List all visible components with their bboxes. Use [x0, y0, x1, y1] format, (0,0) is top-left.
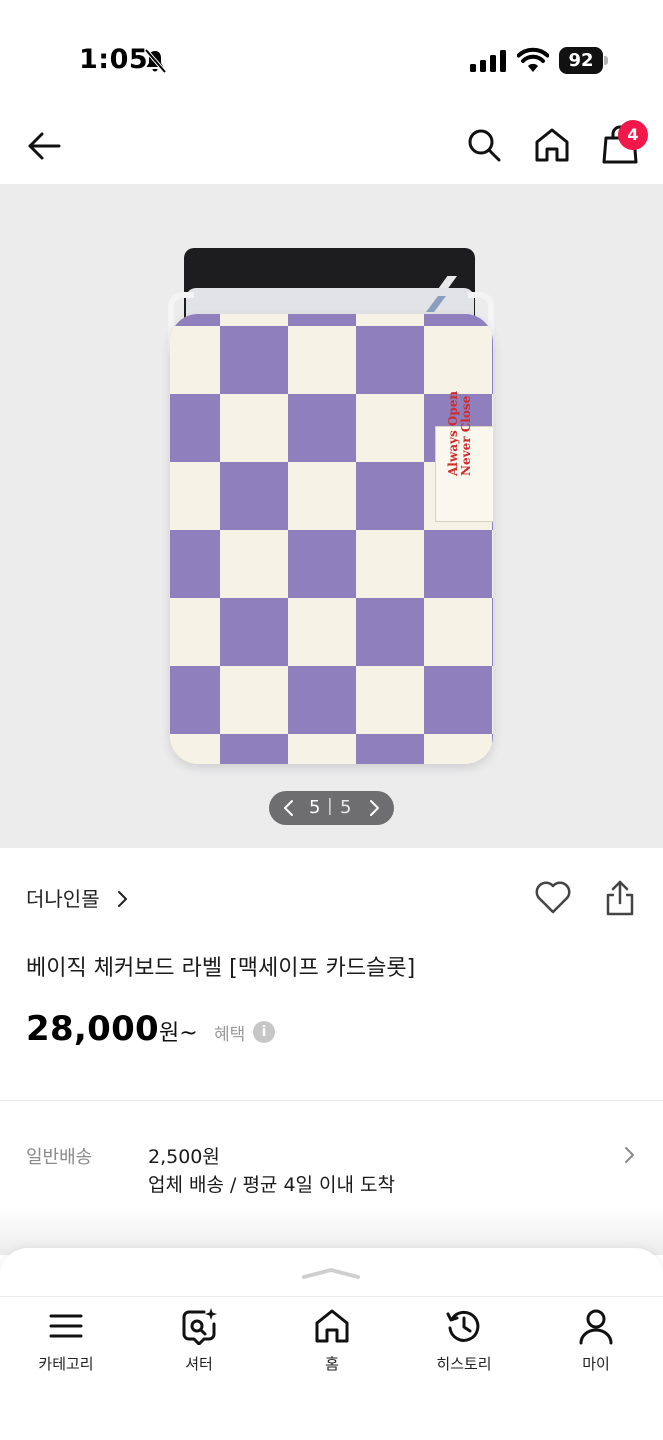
card-logo-mark	[426, 296, 446, 312]
battery-cap	[604, 56, 608, 65]
price-value: 28,000	[26, 1009, 160, 1049]
home-icon[interactable]	[532, 125, 572, 165]
image-pager: 5 | 5	[269, 791, 394, 825]
pager-current: 5	[309, 797, 321, 818]
label-line-2: Never Close	[459, 395, 473, 476]
status-bar: 1:05 92	[0, 0, 663, 110]
section-divider	[0, 1100, 663, 1101]
menu-icon	[49, 1314, 83, 1338]
brand-link[interactable]: 더나인몰	[26, 883, 127, 915]
brand-name: 더나인몰	[26, 887, 100, 911]
shipping-description: 업체 배송 / 평균 4일 이내 도착	[148, 1174, 396, 1196]
pager-total: 5	[340, 797, 352, 818]
product-image-carousel[interactable]: 5 | 5	[0, 184, 663, 848]
nav-label: 셔터	[185, 1355, 213, 1373]
label-line-1: Always Open	[446, 391, 460, 477]
chevron-left-icon[interactable]	[281, 799, 297, 817]
price-unit: 원~	[159, 1021, 198, 1046]
nav-item-my[interactable]: 마이	[541, 1297, 651, 1397]
info-icon[interactable]: i	[253, 1021, 275, 1043]
checkerboard-pattern	[170, 314, 493, 764]
shipping-label: 일반배송	[26, 1147, 93, 1168]
wifi-icon	[517, 47, 549, 72]
chevron-right-icon[interactable]	[366, 799, 382, 817]
nav-item-history[interactable]: 히스토리	[409, 1297, 519, 1397]
search-icon[interactable]	[465, 126, 503, 164]
nav-label: 카테고리	[38, 1355, 94, 1373]
price-row: 28,000원~	[26, 1009, 198, 1053]
pager-separator: |	[327, 796, 333, 816]
app-header	[0, 110, 663, 184]
nav-label: 마이	[582, 1355, 610, 1373]
product-title: 베이직 체커보드 라벨 [맥세이프 카드슬롯]	[26, 956, 416, 981]
chevron-right-icon[interactable]	[622, 1145, 636, 1165]
person-icon	[579, 1309, 613, 1345]
wallet-label-logo: Always Open Never Close	[446, 391, 473, 477]
back-arrow-icon[interactable]	[24, 126, 64, 166]
home-icon	[315, 1309, 349, 1343]
chevron-right-icon	[118, 891, 127, 907]
history-icon	[446, 1310, 480, 1342]
heart-icon[interactable]	[534, 879, 572, 915]
share-icon[interactable]	[604, 879, 636, 917]
battery-indicator: 92	[559, 47, 609, 74]
benefit-label[interactable]: 혜택	[214, 1020, 245, 1045]
bottom-nav: 카테고리 셔터 홈 히스토리 마이	[0, 1297, 663, 1407]
status-time: 1:05	[79, 44, 149, 75]
shipping-price: 2,500원	[148, 1146, 220, 1168]
nav-item-category[interactable]: 카테고리	[11, 1297, 121, 1397]
nav-item-shutter[interactable]: 셔터	[144, 1297, 254, 1397]
battery-level: 92	[559, 47, 603, 74]
bell-muted-icon	[144, 48, 167, 74]
chevron-up-icon[interactable]	[301, 1266, 361, 1280]
nav-label: 히스토리	[436, 1355, 492, 1373]
checkerboard-wallet	[170, 314, 493, 764]
cellular-signal-icon	[470, 50, 506, 72]
nav-label: 홈	[325, 1355, 339, 1373]
cart-count-badge: 4	[618, 120, 648, 150]
nav-item-home[interactable]: 홈	[277, 1297, 387, 1397]
shutter-icon	[182, 1308, 217, 1345]
